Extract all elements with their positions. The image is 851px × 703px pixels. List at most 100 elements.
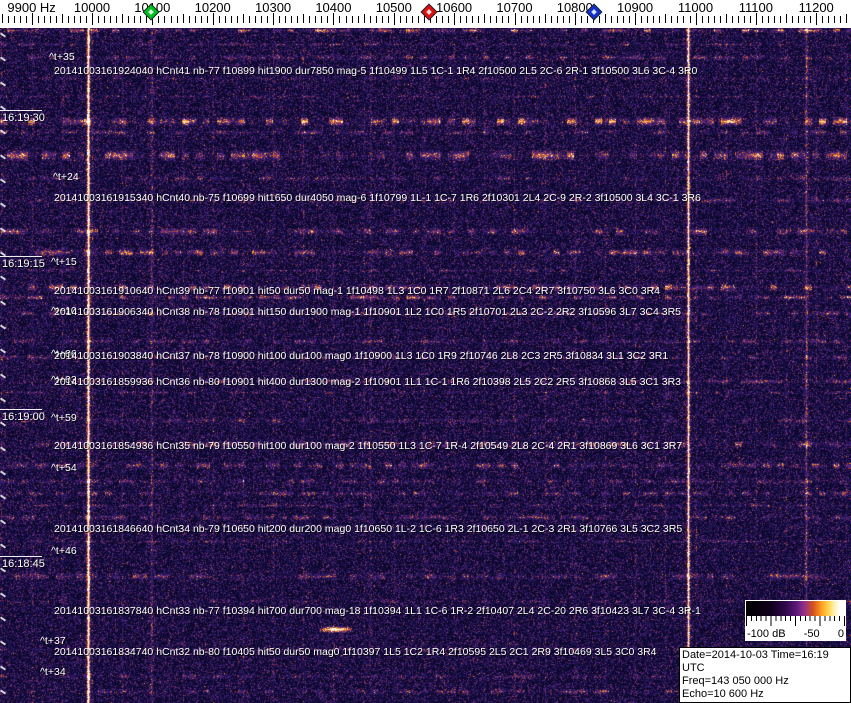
ruler-tick (363, 14, 365, 23)
event-marker: ^t+46 (51, 545, 77, 557)
ruler-tick (206, 16, 208, 23)
ruler-tick (737, 16, 739, 23)
ruler-tick (7, 16, 9, 23)
ruler-tick (327, 16, 329, 23)
freq-tick-label: 11200 (798, 0, 834, 15)
ruler-tick (484, 14, 486, 23)
ruler-tick (496, 16, 498, 23)
timeline-tick (0, 154, 7, 160)
timeline-tick (0, 446, 7, 452)
ruler-tick (79, 16, 81, 23)
ruler-tick (67, 16, 69, 23)
ruler-tick (767, 16, 769, 23)
timeline-tick (0, 275, 7, 281)
ruler-tick (37, 16, 39, 23)
ruler-tick (629, 16, 631, 23)
timeline-tick (0, 470, 7, 476)
ruler-tick (598, 16, 600, 23)
time-label: 16:19:00 (2, 411, 45, 423)
ruler-tick (605, 14, 606, 23)
detection-line: 20141003161837840 hCnt33 nb-77 f10394 hi… (54, 605, 701, 617)
ruler-tick (840, 16, 842, 23)
ruler-tick (713, 16, 715, 23)
ruler-tick (170, 16, 172, 23)
color-gradient-bar (746, 601, 845, 616)
ruler-tick (526, 16, 528, 23)
detection-line: 20141003161859936 hCnt36 nb-80 f10901 hi… (54, 376, 682, 388)
ruler-tick (780, 16, 781, 23)
color-scale-ticks (746, 616, 845, 626)
timeline-tick (0, 689, 7, 695)
ruler-tick (508, 16, 510, 23)
ruler-tick (43, 16, 45, 23)
ruler-tick (532, 16, 534, 23)
blue-marker-core (591, 9, 597, 15)
ruler-tick (749, 16, 751, 23)
timeline-tick (0, 640, 7, 646)
freq-tick-label: 10900 (617, 0, 654, 15)
ruler-tick (436, 16, 437, 23)
ruler-tick (122, 14, 124, 23)
time-label-overline (0, 556, 42, 557)
event-marker: ^t+54 (51, 462, 77, 474)
detection-line: 20141003161834740 hCnt32 nb-80 f10405 hi… (54, 646, 657, 658)
ruler-tick (13, 16, 15, 23)
ruler-tick (502, 16, 504, 23)
timeline-tick (0, 324, 7, 330)
time-label: 16:19:15 (2, 258, 45, 270)
ruler-tick (550, 16, 552, 23)
ruler-tick (701, 16, 703, 23)
ruler-tick (291, 16, 293, 23)
ruler-tick (55, 16, 57, 23)
ruler-tick (490, 16, 492, 23)
ruler-tick (134, 16, 136, 23)
ruler-tick (804, 16, 806, 23)
freq-tick-label: 10000 (73, 0, 111, 15)
ruler-tick (586, 16, 588, 23)
ruler-tick (774, 16, 775, 23)
ruler-tick (224, 16, 226, 23)
ruler-tick (611, 16, 612, 23)
ruler-tick (405, 16, 407, 23)
timeline-tick (0, 56, 7, 62)
freq-tick-label: 10300 (255, 0, 292, 15)
ruler-tick (659, 16, 661, 23)
timeline-tick (0, 373, 7, 379)
ruler-tick (743, 16, 745, 23)
ruler-tick (140, 16, 142, 23)
ruler-tick (665, 14, 667, 23)
time-label-overline (0, 409, 42, 410)
ruler-tick (568, 16, 570, 23)
ruler-tick (128, 16, 130, 23)
ruler-tick (641, 16, 643, 23)
ruler-tick (387, 16, 389, 23)
ruler-tick (671, 16, 673, 23)
timeline-tick (0, 592, 7, 598)
ruler-tick (478, 16, 480, 23)
ruler-tick (25, 16, 27, 23)
detection-line: 20141003161910640 hCnt39 nb-77 f10901 hi… (54, 285, 660, 297)
ruler-tick (834, 16, 836, 23)
ruler-tick (683, 16, 685, 23)
ruler-tick (562, 16, 564, 23)
ruler-tick (707, 16, 709, 23)
ruler-tick (104, 16, 106, 23)
ruler-tick (653, 16, 655, 23)
ruler-tick (254, 16, 256, 23)
ruler-tick (242, 14, 244, 23)
ruler-tick (86, 16, 87, 23)
timeline-tick (0, 300, 7, 306)
ruler-tick (357, 16, 359, 23)
ruler-tick (719, 16, 721, 23)
freq-tick-label: 10400 (315, 0, 352, 15)
ruler-tick (520, 16, 522, 23)
freq-tick-label: 11100 (738, 0, 774, 15)
db-label-max: 0 (837, 628, 844, 640)
meteor-spectrogram-app: 9900 Hz100001010010200103001040010500106… (0, 0, 851, 703)
time-label-overline (0, 110, 42, 111)
ruler-tick (556, 16, 558, 23)
ruler-tick (647, 16, 649, 23)
event-marker: ^t+35 (49, 51, 75, 63)
ruler-tick (623, 16, 625, 23)
time-label: 16:19:30 (2, 112, 45, 124)
